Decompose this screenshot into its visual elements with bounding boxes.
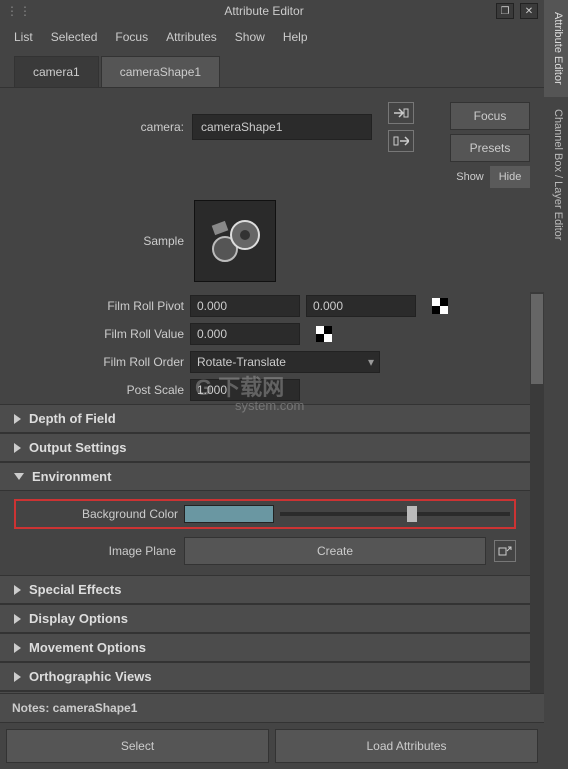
create-image-plane-button[interactable]: Create [184, 537, 486, 565]
menu-focus[interactable]: Focus [115, 30, 148, 44]
triangle-right-icon [14, 672, 21, 682]
section-depth-of-field-label: Depth of Field [29, 411, 116, 426]
film-roll-order-label: Film Roll Order [14, 355, 184, 369]
triangle-right-icon [14, 414, 21, 424]
triangle-right-icon [14, 643, 21, 653]
film-roll-pivot-y-input[interactable] [306, 295, 416, 317]
triangle-right-icon [14, 443, 21, 453]
film-roll-pivot-x-input[interactable] [190, 295, 300, 317]
background-color-label: Background Color [20, 507, 178, 521]
sample-swatch[interactable] [194, 200, 276, 282]
hide-button[interactable]: Hide [490, 166, 530, 188]
restore-icon: ❐ [501, 6, 510, 17]
camera-field-label: camera: [14, 120, 184, 134]
background-color-slider[interactable] [280, 505, 510, 523]
menu-attributes[interactable]: Attributes [166, 30, 217, 44]
side-tab-attribute-editor[interactable]: Attribute Editor [544, 0, 568, 97]
side-tab-channel-box[interactable]: Channel Box / Layer Editor [544, 97, 568, 252]
environment-body: Background Color Image Plane Create [0, 491, 530, 575]
camera-sample-icon [205, 211, 265, 271]
show-button[interactable]: Show [450, 166, 490, 188]
popup-arrow-icon [498, 545, 512, 557]
triangle-right-icon [14, 614, 21, 624]
background-color-row: Background Color [14, 499, 516, 529]
section-depth-of-field[interactable]: Depth of Field [0, 404, 530, 433]
section-environment-label: Environment [32, 469, 111, 484]
film-roll-value-map-button[interactable] [316, 326, 332, 342]
section-orthographic-views[interactable]: Orthographic Views [0, 662, 530, 691]
slider-track [280, 512, 510, 516]
film-roll-pivot-map-button[interactable] [432, 298, 448, 314]
post-scale-input[interactable] [190, 379, 300, 401]
film-roll-pivot-label: Film Roll Pivot [14, 299, 184, 313]
node-tabs: camera1 cameraShape1 [0, 56, 544, 88]
focus-button[interactable]: Focus [450, 102, 530, 130]
image-plane-label: Image Plane [14, 544, 176, 558]
arrow-out-icon [393, 135, 409, 147]
drag-dots-icon: ⋮⋮ [6, 4, 32, 18]
tab-cameraShape1[interactable]: cameraShape1 [101, 56, 220, 87]
section-output-settings-label: Output Settings [29, 440, 127, 455]
restore-button[interactable]: ❐ [496, 3, 514, 19]
menu-list[interactable]: List [14, 30, 33, 44]
section-movement-options-label: Movement Options [29, 640, 146, 655]
menubar: List Selected Focus Attributes Show Help [0, 22, 544, 56]
camera-name-input[interactable] [192, 114, 372, 140]
notes-header[interactable]: Notes: cameraShape1 [0, 693, 544, 723]
film-roll-value-input[interactable] [190, 323, 300, 345]
load-attributes-button[interactable]: Load Attributes [275, 729, 538, 763]
slider-thumb[interactable] [407, 506, 417, 522]
film-roll-value-label: Film Roll Value [14, 327, 184, 341]
background-color-swatch[interactable] [184, 505, 274, 523]
presets-button[interactable]: Presets [450, 134, 530, 162]
scrollbar-vertical[interactable] [530, 292, 544, 693]
window-title: Attribute Editor [38, 4, 490, 18]
section-display-options[interactable]: Display Options [0, 604, 530, 633]
section-orthographic-views-label: Orthographic Views [29, 669, 152, 684]
triangle-down-icon [14, 473, 24, 480]
section-movement-options[interactable]: Movement Options [0, 633, 530, 662]
nav-in-button[interactable] [388, 102, 414, 124]
section-environment[interactable]: Environment [0, 462, 530, 491]
select-button[interactable]: Select [6, 729, 269, 763]
close-button[interactable]: ✕ [520, 3, 538, 19]
section-display-options-label: Display Options [29, 611, 128, 626]
section-special-effects-label: Special Effects [29, 582, 122, 597]
menu-selected[interactable]: Selected [51, 30, 98, 44]
sample-label: Sample [14, 234, 184, 248]
menu-show[interactable]: Show [235, 30, 265, 44]
arrow-in-icon [393, 107, 409, 119]
triangle-right-icon [14, 585, 21, 595]
image-plane-popup-button[interactable] [494, 540, 516, 562]
nav-out-button[interactable] [388, 130, 414, 152]
section-output-settings[interactable]: Output Settings [0, 433, 530, 462]
post-scale-label: Post Scale [14, 383, 184, 397]
close-icon: ✕ [525, 6, 533, 17]
scrollbar-thumb[interactable] [531, 294, 543, 384]
menu-help[interactable]: Help [283, 30, 308, 44]
side-tab-bar: Attribute Editor Channel Box / Layer Edi… [544, 0, 568, 769]
tab-camera1[interactable]: camera1 [14, 56, 99, 87]
film-roll-order-dropdown[interactable] [190, 351, 380, 373]
titlebar: ⋮⋮ Attribute Editor ❐ ✕ [0, 0, 544, 22]
section-special-effects[interactable]: Special Effects [0, 575, 530, 604]
